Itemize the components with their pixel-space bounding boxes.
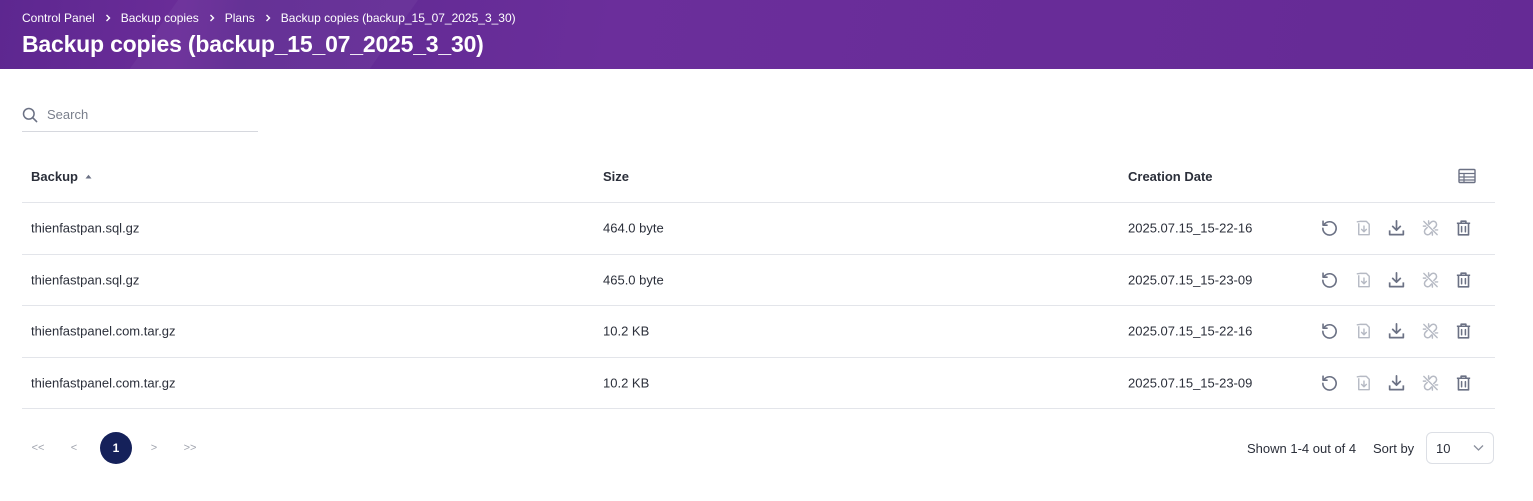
- unlink-icon[interactable]: [1421, 373, 1440, 392]
- column-header-backup[interactable]: Backup: [31, 169, 92, 184]
- chevron-right-icon: [95, 14, 121, 22]
- results-count: Shown 1-4 out of 4: [1247, 441, 1357, 456]
- table-row: thienfastpan.sql.gz 465.0 byte 2025.07.1…: [22, 255, 1495, 306]
- trash-icon[interactable]: [1454, 270, 1473, 289]
- sort-ascending-icon: [85, 174, 92, 179]
- backup-size: 10.2 KB: [603, 375, 650, 391]
- unlink-icon[interactable]: [1421, 270, 1440, 289]
- page-title: Backup copies (backup_15_07_2025_3_30): [22, 31, 484, 57]
- search-field[interactable]: [22, 98, 258, 132]
- backups-table: Backup Size Creation Date thienfastpan.s…: [22, 150, 1495, 409]
- download-icon[interactable]: [1387, 373, 1406, 392]
- backup-size: 464.0 byte: [603, 220, 664, 236]
- chevron-right-icon: [199, 14, 225, 22]
- per-page-value: 10: [1436, 440, 1451, 456]
- file-restore-icon[interactable]: [1354, 270, 1373, 289]
- trash-icon[interactable]: [1454, 373, 1473, 392]
- download-icon[interactable]: [1387, 270, 1406, 289]
- breadcrumb-backup-copies[interactable]: Backup copies: [121, 11, 199, 25]
- restore-icon[interactable]: [1320, 270, 1339, 289]
- trash-icon[interactable]: [1454, 219, 1473, 238]
- table-row: thienfastpan.sql.gz 464.0 byte 2025.07.1…: [22, 203, 1495, 255]
- restore-icon[interactable]: [1320, 373, 1339, 392]
- column-header-size[interactable]: Size: [603, 169, 629, 184]
- backup-name: thienfastpan.sql.gz: [31, 220, 140, 236]
- download-icon[interactable]: [1387, 322, 1406, 341]
- column-header-creation-date[interactable]: Creation Date: [1128, 169, 1213, 184]
- download-icon[interactable]: [1387, 219, 1406, 238]
- unlink-icon[interactable]: [1421, 219, 1440, 238]
- chevron-right-icon: [255, 14, 281, 22]
- prev-page-button[interactable]: <: [58, 442, 90, 454]
- backup-date: 2025.07.15_15-23-09: [1128, 272, 1253, 288]
- backup-name: thienfastpanel.com.tar.gz: [31, 323, 176, 339]
- breadcrumb: Control Panel Backup copies Plans Backup…: [22, 11, 516, 25]
- backup-size: 10.2 KB: [603, 323, 650, 339]
- pagination: << < 1 > >>: [22, 432, 206, 464]
- table-row: thienfastpanel.com.tar.gz 10.2 KB 2025.0…: [22, 306, 1495, 358]
- chevron-down-icon: [1473, 444, 1484, 452]
- restore-icon[interactable]: [1320, 322, 1339, 341]
- trash-icon[interactable]: [1454, 322, 1473, 341]
- row-actions: [1320, 373, 1488, 392]
- last-page-button[interactable]: >>: [174, 442, 206, 454]
- backup-name: thienfastpan.sql.gz: [31, 272, 140, 288]
- per-page-select[interactable]: 10: [1426, 432, 1494, 464]
- sort-by-label: Sort by: [1373, 441, 1415, 456]
- breadcrumb-plans[interactable]: Plans: [225, 11, 255, 25]
- table-columns-icon[interactable]: [1458, 168, 1476, 184]
- unlink-icon[interactable]: [1421, 322, 1440, 341]
- breadcrumb-current: Backup copies (backup_15_07_2025_3_30): [280, 11, 516, 25]
- file-restore-icon[interactable]: [1354, 373, 1373, 392]
- page-header: Control Panel Backup copies Plans Backup…: [0, 0, 1533, 69]
- row-actions: [1320, 219, 1488, 238]
- column-header-creation-date-label: Creation Date: [1128, 169, 1213, 184]
- page-button-current[interactable]: 1: [100, 432, 132, 464]
- first-page-button[interactable]: <<: [22, 442, 54, 454]
- column-header-backup-label: Backup: [31, 169, 78, 184]
- backup-date: 2025.07.15_15-23-09: [1128, 375, 1253, 391]
- row-actions: [1320, 322, 1488, 341]
- backup-name: thienfastpanel.com.tar.gz: [31, 375, 176, 391]
- next-page-button[interactable]: >: [138, 442, 170, 454]
- backup-date: 2025.07.15_15-22-16: [1128, 323, 1253, 339]
- search-input[interactable]: [47, 107, 247, 122]
- column-header-size-label: Size: [603, 169, 630, 184]
- backup-size: 465.0 byte: [603, 272, 664, 288]
- backup-date: 2025.07.15_15-22-16: [1128, 220, 1253, 236]
- table-header: Backup Size Creation Date: [22, 150, 1495, 203]
- table-row: thienfastpanel.com.tar.gz 10.2 KB 2025.0…: [22, 358, 1495, 409]
- restore-icon[interactable]: [1320, 219, 1339, 238]
- file-restore-icon[interactable]: [1354, 322, 1373, 341]
- file-restore-icon[interactable]: [1354, 219, 1373, 238]
- row-actions: [1320, 270, 1488, 289]
- search-icon: [22, 107, 38, 123]
- breadcrumb-control-panel[interactable]: Control Panel: [22, 11, 95, 25]
